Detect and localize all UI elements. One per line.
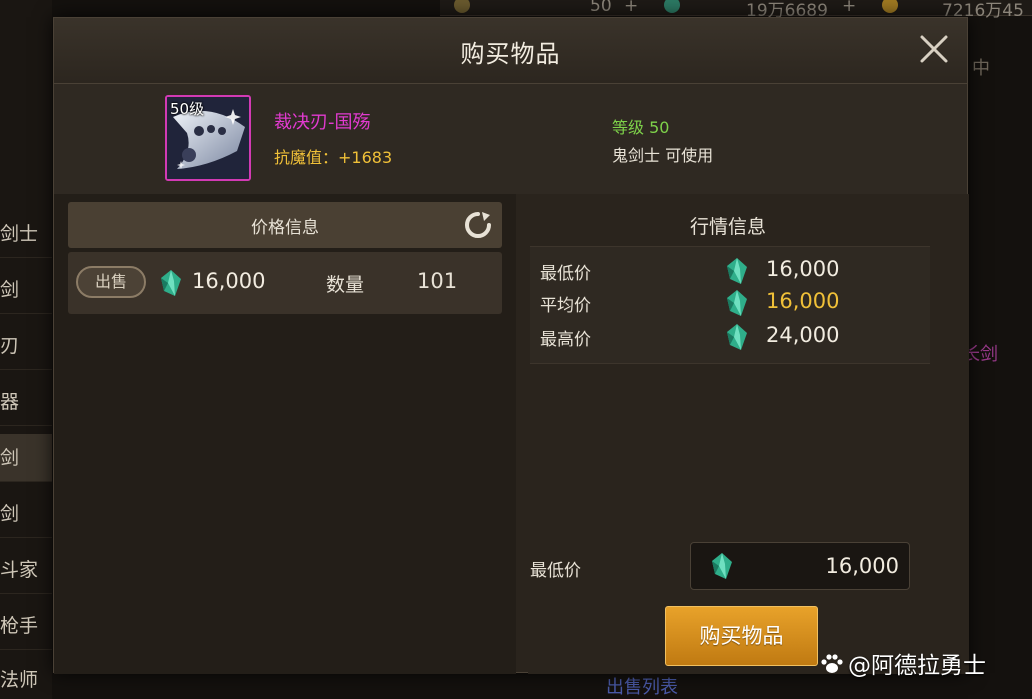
dialog-header: 购买物品 — [54, 18, 967, 84]
quantity-label: 数量 — [326, 274, 365, 296]
buy-item-button[interactable]: 购买物品 — [665, 606, 818, 666]
price-info-title: 价格信息 — [251, 218, 319, 238]
sidebar-item-label: 法师 — [0, 669, 39, 691]
resource-bar: 50 + 19万6689 + 7216万45 — [440, 0, 1032, 21]
quantity-value: 101 — [417, 269, 458, 293]
sidebar-item[interactable]: 法师 — [0, 656, 52, 699]
sell-badge: 出售 — [76, 266, 146, 298]
max-price-value: 24,000 — [766, 323, 840, 347]
sidebar-item-label: 剑 — [0, 503, 20, 525]
avg-price-value: 16,000 — [766, 289, 840, 313]
item-level-badge: 50级 — [170, 100, 205, 118]
market-info-panel: 行情信息 最低价 16,000 平均价 16,000 最高价 24,000 最低… — [528, 194, 969, 674]
max-price-label: 最高价 — [540, 330, 591, 350]
sidebar-item[interactable]: 剑士 — [0, 210, 52, 258]
market-stats: 最低价 16,000 平均价 16,000 最高价 24,000 — [530, 246, 930, 364]
watermark-text: @阿德拉勇士 — [848, 653, 986, 679]
sidebar-item[interactable]: 剑 — [0, 434, 52, 482]
close-icon — [920, 35, 948, 63]
purchase-price-value: 16,000 — [825, 554, 899, 578]
sidebar-item-label: 枪手 — [0, 615, 39, 637]
usable-class: 鬼剑士 可使用 — [612, 146, 714, 165]
listing-row[interactable]: 出售 16,000 数量 101 — [68, 252, 502, 314]
sidebar-item[interactable]: 枪手 — [0, 602, 52, 650]
sidebar-item-label: 剑 — [0, 447, 20, 469]
purchase-price-field[interactable]: 16,000 — [690, 542, 910, 590]
sidebar-item-label: 刃 — [0, 335, 20, 357]
refresh-button[interactable] — [462, 209, 494, 241]
close-button[interactable] — [917, 32, 951, 66]
item-name: 裁决刃-国殇 — [274, 112, 371, 133]
sidebar-item-label: 剑士 — [0, 223, 39, 245]
coin-icon — [882, 0, 898, 13]
sidebar-item[interactable]: 剑 — [0, 266, 52, 314]
sidebar-item[interactable]: 剑 — [0, 490, 52, 538]
min-price-value: 16,000 — [766, 257, 840, 281]
sidebar-item-label: 斗家 — [0, 559, 39, 581]
gem-icon — [727, 258, 747, 284]
paw-icon — [821, 654, 843, 673]
gem-icon — [727, 324, 747, 350]
item-thumbnail[interactable]: 50级 — [165, 95, 251, 181]
sidebar-item[interactable]: 刃 — [0, 322, 52, 370]
purchase-price-label: 最低价 — [530, 561, 581, 581]
sidebar-item-label: 器 — [0, 391, 20, 413]
sidebar-item[interactable]: 器 — [0, 378, 52, 426]
item-stat: 抗魔值：+1683 — [274, 148, 393, 167]
sidebar-item[interactable]: 斗家 — [0, 546, 52, 594]
gem-icon — [161, 270, 181, 296]
required-level: 等级 50 — [612, 118, 670, 137]
moon-icon — [454, 0, 470, 13]
sell-list-link[interactable]: 出售列表 — [606, 673, 678, 699]
watermark: @阿德拉勇士 — [820, 646, 986, 680]
dialog-title: 购买物品 — [460, 40, 561, 68]
item-summary: 50级 裁决刃-国殇 抗魔值：+1683 等级 50 鬼剑士 可使用 — [54, 84, 967, 194]
background-label: 中 — [972, 58, 990, 79]
class-sidebar: 剑士 剑 刃 器 剑 剑 斗家 枪手 法师 — [0, 0, 52, 699]
gem-icon — [712, 553, 732, 579]
add-icon[interactable]: + — [624, 0, 638, 16]
avg-price-label: 平均价 — [540, 296, 591, 316]
price-info-panel: 价格信息 出售 16,000 数量 101 — [54, 194, 516, 674]
resource-value: 50 — [590, 0, 612, 16]
buy-item-dialog: 购买物品 50级 裁决刃-国殇 抗魔值：+1683 等级 50 鬼剑士 可使用 … — [53, 17, 969, 674]
gem-icon — [727, 290, 747, 316]
refresh-icon — [465, 212, 491, 238]
sidebar-item-label: 剑 — [0, 279, 20, 301]
gem-icon — [664, 0, 680, 13]
listing-price: 16,000 — [192, 269, 266, 293]
price-info-header: 价格信息 — [68, 202, 502, 248]
min-price-label: 最低价 — [540, 264, 591, 284]
add-icon[interactable]: + — [842, 0, 856, 16]
market-info-title: 行情信息 — [689, 216, 766, 238]
